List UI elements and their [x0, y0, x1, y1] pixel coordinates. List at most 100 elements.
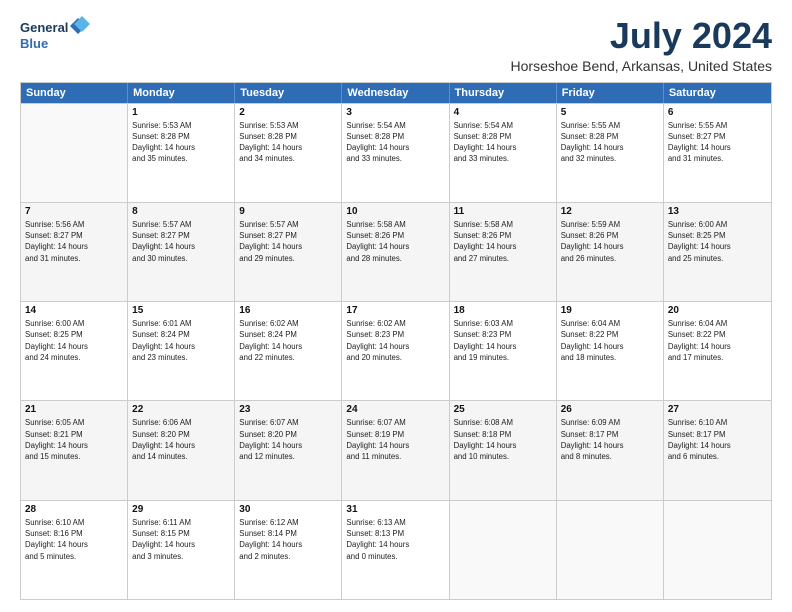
- day-cell-1: 1 Sunrise: 5:53 AM Sunset: 8:28 PM Daylig…: [128, 104, 235, 202]
- day-cell-24: 24 Sunrise: 6:07 AM Sunset: 8:19 PM Dayli…: [342, 401, 449, 499]
- day-number-11: 11: [454, 206, 552, 217]
- day-number-5: 5: [561, 107, 659, 118]
- day-cell-4: 4 Sunrise: 5:54 AM Sunset: 8:28 PM Daylig…: [450, 104, 557, 202]
- day-cell-15: 15 Sunrise: 6:01 AM Sunset: 8:24 PM Dayli…: [128, 302, 235, 400]
- svg-text:General: General: [20, 20, 68, 35]
- day-cell-11: 11 Sunrise: 5:58 AM Sunset: 8:26 PM Dayli…: [450, 203, 557, 301]
- day-number-12: 12: [561, 206, 659, 217]
- day-cell-19: 19 Sunrise: 6:04 AM Sunset: 8:22 PM Dayli…: [557, 302, 664, 400]
- day-cell-3: 3 Sunrise: 5:54 AM Sunset: 8:28 PM Daylig…: [342, 104, 449, 202]
- empty-cell-4-6: [664, 501, 771, 599]
- calendar-header: SundayMondayTuesdayWednesdayThursdayFrid…: [21, 83, 771, 103]
- header-day-tuesday: Tuesday: [235, 83, 342, 103]
- header-day-monday: Monday: [128, 83, 235, 103]
- day-cell-28: 28Sunrise: 6:10 AM Sunset: 8:16 PM Dayli…: [21, 501, 128, 599]
- day-number-15: 15: [132, 305, 230, 316]
- header-day-sunday: Sunday: [21, 83, 128, 103]
- title-block: July 2024 Horseshoe Bend, Arkansas, Unit…: [511, 16, 772, 74]
- sun-info-24: Sunrise: 6:07 AM Sunset: 8:19 PM Dayligh…: [346, 417, 444, 462]
- sun-info-1: Sunrise: 5:53 AM Sunset: 8:28 PM Dayligh…: [132, 120, 230, 165]
- day-number-4: 4: [454, 107, 552, 118]
- week-row-1: 1 Sunrise: 5:53 AM Sunset: 8:28 PM Daylig…: [21, 103, 771, 202]
- day-cell-27: 27 Sunrise: 6:10 AM Sunset: 8:17 PM Dayli…: [664, 401, 771, 499]
- day-cell-14: 14 Sunrise: 6:00 AM Sunset: 8:25 PM Dayli…: [21, 302, 128, 400]
- calendar: SundayMondayTuesdayWednesdayThursdayFrid…: [20, 82, 772, 600]
- sun-info-3: Sunrise: 5:54 AM Sunset: 8:28 PM Dayligh…: [346, 120, 444, 165]
- day-cell-10: 10 Sunrise: 5:58 AM Sunset: 8:26 PM Dayli…: [342, 203, 449, 301]
- day-number-10: 10: [346, 206, 444, 217]
- day-cell-22: 22 Sunrise: 6:06 AM Sunset: 8:20 PM Dayli…: [128, 401, 235, 499]
- week-row-5: 28Sunrise: 6:10 AM Sunset: 8:16 PM Dayli…: [21, 500, 771, 599]
- day-number-17: 17: [346, 305, 444, 316]
- day-cell-13: 13 Sunrise: 6:00 AM Sunset: 8:25 PM Dayli…: [664, 203, 771, 301]
- day-number-28: 28: [25, 504, 123, 515]
- day-cell-2: 2 Sunrise: 5:53 AM Sunset: 8:28 PM Daylig…: [235, 104, 342, 202]
- day-cell-21: 21Sunrise: 6:05 AM Sunset: 8:21 PM Dayli…: [21, 401, 128, 499]
- day-cell-26: 26Sunrise: 6:09 AM Sunset: 8:17 PM Dayli…: [557, 401, 664, 499]
- day-cell-20: 20 Sunrise: 6:04 AM Sunset: 8:22 PM Dayli…: [664, 302, 771, 400]
- sun-info-17: Sunrise: 6:02 AM Sunset: 8:23 PM Dayligh…: [346, 318, 444, 363]
- sun-info-22: Sunrise: 6:06 AM Sunset: 8:20 PM Dayligh…: [132, 417, 230, 462]
- day-number-23: 23: [239, 404, 337, 415]
- sun-info-4: Sunrise: 5:54 AM Sunset: 8:28 PM Dayligh…: [454, 120, 552, 165]
- sun-info-2: Sunrise: 5:53 AM Sunset: 8:28 PM Dayligh…: [239, 120, 337, 165]
- day-cell-25: 25Sunrise: 6:08 AM Sunset: 8:18 PM Dayli…: [450, 401, 557, 499]
- day-number-9: 9: [239, 206, 337, 217]
- sun-info-19: Sunrise: 6:04 AM Sunset: 8:22 PM Dayligh…: [561, 318, 659, 363]
- day-cell-7: 7 Sunrise: 5:56 AM Sunset: 8:27 PM Daylig…: [21, 203, 128, 301]
- day-number-8: 8: [132, 206, 230, 217]
- sun-info-31: Sunrise: 6:13 AM Sunset: 8:13 PM Dayligh…: [346, 517, 444, 562]
- sun-info-12: Sunrise: 5:59 AM Sunset: 8:26 PM Dayligh…: [561, 219, 659, 264]
- day-number-2: 2: [239, 107, 337, 118]
- sun-info-30: Sunrise: 6:12 AM Sunset: 8:14 PM Dayligh…: [239, 517, 337, 562]
- subtitle: Horseshoe Bend, Arkansas, United States: [511, 58, 772, 74]
- sun-info-14: Sunrise: 6:00 AM Sunset: 8:25 PM Dayligh…: [25, 318, 123, 363]
- day-cell-8: 8 Sunrise: 5:57 AM Sunset: 8:27 PM Daylig…: [128, 203, 235, 301]
- sun-info-15: Sunrise: 6:01 AM Sunset: 8:24 PM Dayligh…: [132, 318, 230, 363]
- day-cell-23: 23Sunrise: 6:07 AM Sunset: 8:20 PM Dayli…: [235, 401, 342, 499]
- sun-info-7: Sunrise: 5:56 AM Sunset: 8:27 PM Dayligh…: [25, 219, 123, 264]
- day-cell-29: 29 Sunrise: 6:11 AM Sunset: 8:15 PM Dayli…: [128, 501, 235, 599]
- day-cell-31: 31 Sunrise: 6:13 AM Sunset: 8:13 PM Dayli…: [342, 501, 449, 599]
- day-number-20: 20: [668, 305, 767, 316]
- day-number-25: 25: [454, 404, 552, 415]
- sun-info-20: Sunrise: 6:04 AM Sunset: 8:22 PM Dayligh…: [668, 318, 767, 363]
- calendar-body: 1 Sunrise: 5:53 AM Sunset: 8:28 PM Daylig…: [21, 103, 771, 599]
- day-cell-9: 9 Sunrise: 5:57 AM Sunset: 8:27 PM Daylig…: [235, 203, 342, 301]
- day-number-14: 14: [25, 305, 123, 316]
- logo: General Blue: [20, 16, 90, 56]
- day-number-22: 22: [132, 404, 230, 415]
- sun-info-29: Sunrise: 6:11 AM Sunset: 8:15 PM Dayligh…: [132, 517, 230, 562]
- day-number-19: 19: [561, 305, 659, 316]
- day-number-29: 29: [132, 504, 230, 515]
- sun-info-11: Sunrise: 5:58 AM Sunset: 8:26 PM Dayligh…: [454, 219, 552, 264]
- day-cell-17: 17 Sunrise: 6:02 AM Sunset: 8:23 PM Dayli…: [342, 302, 449, 400]
- day-cell-6: 6Sunrise: 5:55 AM Sunset: 8:27 PM Daylig…: [664, 104, 771, 202]
- logo-svg: General Blue: [20, 16, 90, 56]
- day-number-30: 30: [239, 504, 337, 515]
- day-number-3: 3: [346, 107, 444, 118]
- sun-info-8: Sunrise: 5:57 AM Sunset: 8:27 PM Dayligh…: [132, 219, 230, 264]
- day-number-7: 7: [25, 206, 123, 217]
- day-cell-30: 30 Sunrise: 6:12 AM Sunset: 8:14 PM Dayli…: [235, 501, 342, 599]
- empty-cell-0-0: [21, 104, 128, 202]
- svg-text:Blue: Blue: [20, 36, 48, 51]
- main-title: July 2024: [511, 16, 772, 56]
- day-cell-16: 16 Sunrise: 6:02 AM Sunset: 8:24 PM Dayli…: [235, 302, 342, 400]
- day-number-27: 27: [668, 404, 767, 415]
- header-day-wednesday: Wednesday: [342, 83, 449, 103]
- day-number-13: 13: [668, 206, 767, 217]
- sun-info-10: Sunrise: 5:58 AM Sunset: 8:26 PM Dayligh…: [346, 219, 444, 264]
- day-number-31: 31: [346, 504, 444, 515]
- day-number-24: 24: [346, 404, 444, 415]
- sun-info-16: Sunrise: 6:02 AM Sunset: 8:24 PM Dayligh…: [239, 318, 337, 363]
- day-number-18: 18: [454, 305, 552, 316]
- week-row-2: 7 Sunrise: 5:56 AM Sunset: 8:27 PM Daylig…: [21, 202, 771, 301]
- sun-info-27: Sunrise: 6:10 AM Sunset: 8:17 PM Dayligh…: [668, 417, 767, 462]
- day-number-1: 1: [132, 107, 230, 118]
- week-row-3: 14 Sunrise: 6:00 AM Sunset: 8:25 PM Dayli…: [21, 301, 771, 400]
- day-number-16: 16: [239, 305, 337, 316]
- sun-info-9: Sunrise: 5:57 AM Sunset: 8:27 PM Dayligh…: [239, 219, 337, 264]
- header: General Blue July 2024 Horseshoe Bend, A…: [20, 16, 772, 74]
- sun-info-13: Sunrise: 6:00 AM Sunset: 8:25 PM Dayligh…: [668, 219, 767, 264]
